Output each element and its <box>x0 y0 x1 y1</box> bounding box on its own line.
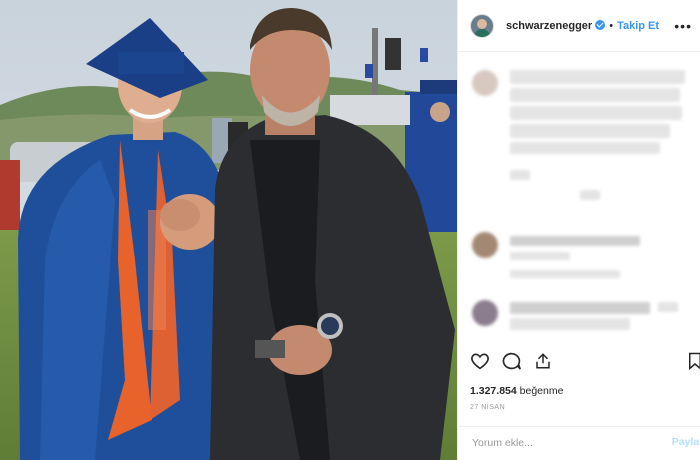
blurred-text <box>510 236 640 246</box>
share-icon[interactable] <box>534 352 552 375</box>
likes-number: 1.327.854 <box>470 385 517 397</box>
blurred-text <box>510 88 680 102</box>
follow-button[interactable]: Takip Et <box>617 20 659 32</box>
post-actions <box>458 352 700 382</box>
comment-avatar-blurred <box>472 300 498 326</box>
comments-area-blurred <box>458 52 700 350</box>
comment-input[interactable] <box>470 436 654 450</box>
likes-label: beğenme <box>519 385 564 397</box>
post-side-panel: schwarzenegger • Takip Et ••• 1.327.854 … <box>457 0 700 460</box>
more-options-icon[interactable]: ••• <box>674 18 692 34</box>
header-separator: • <box>609 19 614 32</box>
bookmark-icon[interactable] <box>688 352 700 375</box>
verified-badge-icon <box>595 19 606 30</box>
blurred-text <box>510 270 620 278</box>
blurred-text <box>510 170 530 180</box>
blurred-text <box>510 124 670 138</box>
username-text: schwarzenegger <box>506 19 593 32</box>
blurred-text <box>510 70 685 84</box>
user-avatar[interactable] <box>470 13 494 38</box>
heart-icon[interactable] <box>470 352 490 375</box>
username-link[interactable]: schwarzenegger <box>506 19 606 32</box>
post-photo[interactable] <box>0 0 457 460</box>
likes-count[interactable]: 1.327.854 beğenme <box>470 385 563 397</box>
blurred-text <box>510 318 630 330</box>
caption-avatar-blurred <box>472 70 498 96</box>
blurred-text <box>510 252 570 260</box>
post-date: 27 NİSAN <box>470 404 506 411</box>
graduation-photo <box>0 0 457 460</box>
comment-avatar-blurred <box>472 232 498 258</box>
post-header: schwarzenegger • Takip Et ••• <box>458 0 700 52</box>
post-comment-button[interactable]: Paylaş <box>672 436 700 448</box>
blurred-text <box>658 302 678 312</box>
add-comment-bar: Paylaş <box>458 426 700 460</box>
blurred-text <box>510 142 660 154</box>
blurred-text <box>580 190 600 200</box>
blurred-text <box>510 302 650 314</box>
blurred-text <box>510 106 682 120</box>
comment-icon[interactable] <box>502 352 522 375</box>
